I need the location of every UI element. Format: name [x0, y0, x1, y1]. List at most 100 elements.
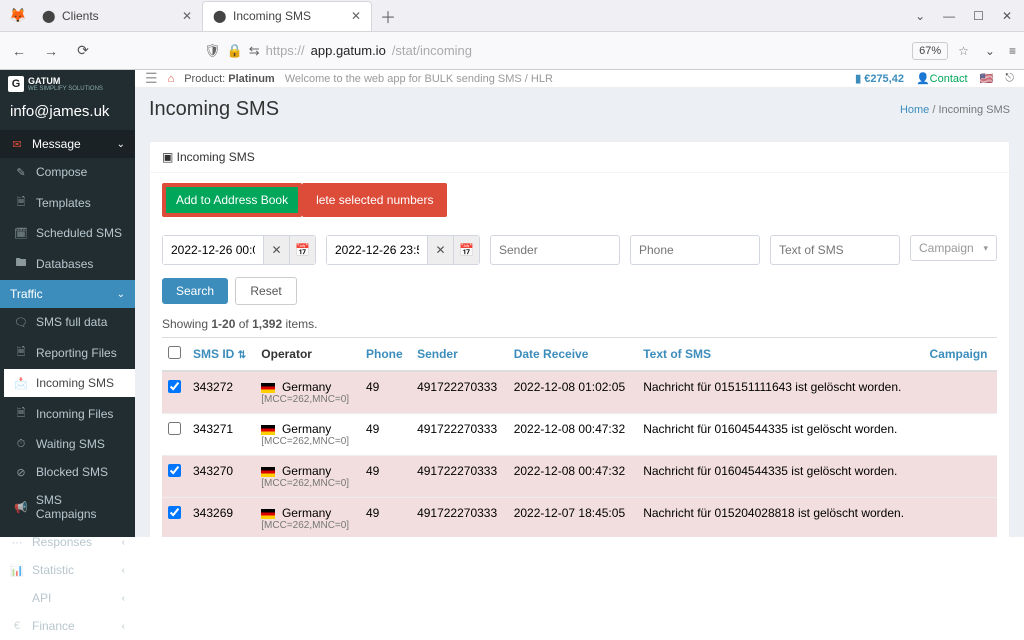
cell-campaign — [923, 456, 997, 498]
flag-us-icon[interactable]: 🇺🇸 — [980, 72, 994, 85]
tab-title: Incoming SMS — [233, 9, 311, 23]
sidebar-item-api[interactable]: API‹ — [0, 584, 135, 612]
url-input[interactable]: 🛡 🔒 ⇆ https://app.gatum.io/stat/incoming — [204, 43, 902, 59]
sidebar-item-reporting-files[interactable]: 🗎Reporting Files — [4, 336, 135, 369]
clear-icon[interactable]: ✕ — [263, 236, 289, 264]
nav-label: Incoming Files — [36, 407, 113, 421]
select-all-checkbox[interactable] — [168, 346, 181, 359]
tab-incoming-sms[interactable]: ⬤ Incoming SMS ✕ — [202, 1, 372, 31]
balance-badge[interactable]: ▮ €275,42 — [855, 72, 904, 85]
sidebar-item-templates[interactable]: 🗎Templates — [4, 186, 135, 219]
reload-button[interactable]: ⟳ — [72, 42, 94, 59]
calendar-icon[interactable]: 📅 — [289, 236, 315, 264]
search-button[interactable]: Search — [162, 278, 228, 304]
chevron-left-icon: ‹ — [122, 593, 125, 604]
table-row: 343271 Germany[MCC=262,MNC=0]49491722270… — [162, 414, 997, 456]
sidebar-item-blocked-sms[interactable]: ⊘Blocked SMS — [4, 458, 135, 486]
nav-label: Waiting SMS — [36, 437, 105, 451]
campaign-select[interactable]: Campaign ▾ — [910, 235, 997, 261]
col-text[interactable]: Text of SMS — [637, 338, 923, 372]
wallet-icon: ▮ — [855, 73, 861, 85]
product-pre: Product: — [184, 73, 225, 85]
tab-clients[interactable]: ⬤ Clients ✕ — [32, 1, 202, 31]
sidebar-item-finance[interactable]: €Finance‹ — [0, 612, 135, 640]
pocket-icon[interactable]: ⌄ — [985, 44, 995, 58]
nav-label: Incoming SMS — [36, 376, 114, 390]
sidebar-message-header[interactable]: ✉ Message ⌄ — [0, 130, 135, 158]
date-to-input[interactable] — [327, 236, 427, 264]
col-sender[interactable]: Sender — [411, 338, 508, 372]
nav-icon: ⊘ — [14, 466, 28, 479]
menu-toggle-icon[interactable]: ☰ — [145, 70, 158, 87]
row-checkbox[interactable] — [168, 422, 181, 435]
user-email: info@james.uk — [0, 95, 135, 130]
cell-operator: Germany[MCC=262,MNC=0] — [255, 371, 360, 414]
row-checkbox[interactable] — [168, 506, 181, 519]
col-date[interactable]: Date Receive — [508, 338, 638, 372]
col-operator[interactable]: Operator — [255, 338, 360, 372]
sidebar-item-responses[interactable]: ⋯Responses‹ — [0, 528, 135, 556]
phone-filter-input[interactable] — [630, 235, 760, 265]
new-tab-button[interactable]: ＋ — [372, 0, 404, 32]
col-smsid[interactable]: SMS ID ⇅ — [187, 338, 255, 372]
add-to-address-book-button[interactable]: Add to Address Book — [162, 183, 302, 217]
sidebar-item-sms-campaigns[interactable]: 📢SMS Campaigns — [4, 486, 135, 528]
logout-icon[interactable]: ⎋ — [1005, 72, 1014, 85]
sidebar-item-scheduled-sms[interactable]: 🗓Scheduled SMS — [4, 219, 135, 247]
delete-selected-button[interactable]: lete selected numbers — [302, 183, 447, 217]
sidebar-item-databases[interactable]: 🖿 Databases — [4, 247, 135, 280]
sender-filter-input[interactable] — [490, 235, 620, 265]
sidebar-item-compose[interactable]: ✎Compose — [4, 158, 135, 186]
col-phone[interactable]: Phone — [360, 338, 411, 372]
reset-button[interactable]: Reset — [235, 277, 296, 305]
minimize-icon[interactable]: ― — [943, 9, 955, 23]
cell-campaign — [923, 498, 997, 538]
sidebar: G GATUM WE SIMPLIFY SOLUTIONS info@james… — [0, 70, 135, 537]
close-window-icon[interactable]: ✕ — [1002, 9, 1012, 23]
close-icon[interactable]: ✕ — [182, 9, 192, 23]
col-campaign[interactable]: Campaign — [923, 338, 997, 372]
breadcrumb-home[interactable]: Home — [900, 104, 929, 116]
bookmark-star-icon[interactable]: ☆ — [958, 44, 969, 58]
person-icon: 👤 — [916, 73, 930, 85]
nav-icon: ⏱ — [14, 438, 28, 451]
row-checkbox[interactable] — [168, 464, 181, 477]
cell-smsid: 343272 — [187, 371, 255, 414]
clear-icon[interactable]: ✕ — [427, 236, 453, 264]
breadcrumb-current: Incoming SMS — [938, 104, 1010, 116]
zoom-level[interactable]: 67% — [912, 42, 948, 60]
menu-icon[interactable]: ≡ — [1009, 44, 1016, 58]
sidebar-item-incoming-files[interactable]: 🗎Incoming Files — [4, 397, 135, 430]
cell-text: Nachricht für 015151111643 ist gelöscht … — [637, 371, 923, 414]
cell-campaign — [923, 414, 997, 456]
chevron-down-icon: ▾ — [983, 243, 988, 254]
brand-subtitle: WE SIMPLIFY SOLUTIONS — [28, 86, 103, 92]
sidebar-item-sms-full-data[interactable]: 🗨SMS full data — [4, 308, 135, 336]
sidebar-item-incoming-sms[interactable]: 📩Incoming SMS — [4, 369, 135, 397]
sidebar-item-statistic[interactable]: 📊Statistic‹ — [0, 556, 135, 584]
close-icon[interactable]: ✕ — [351, 9, 361, 23]
contact-link[interactable]: 👤Contact — [916, 72, 968, 85]
forward-button[interactable]: → — [40, 43, 62, 59]
permissions-icon: ⇆ — [249, 43, 260, 59]
address-bar: ← → ⟳ 🛡 🔒 ⇆ https://app.gatum.io/stat/in… — [0, 32, 1024, 70]
breadcrumb: Home / Incoming SMS — [900, 104, 1010, 116]
shield-icon: 🛡 — [204, 43, 221, 59]
box-title: ▣ Incoming SMS — [150, 142, 1009, 173]
date-from-input[interactable] — [163, 236, 263, 264]
row-checkbox[interactable] — [168, 380, 181, 393]
nav-label: SMS Campaigns — [36, 493, 125, 521]
sidebar-item-waiting-sms[interactable]: ⏱ Waiting SMS — [4, 430, 135, 458]
text-filter-input[interactable] — [770, 235, 900, 265]
nav-icon: 🖿 — [14, 254, 28, 273]
chevron-down-icon[interactable]: ⌄ — [915, 9, 925, 23]
back-button[interactable]: ← — [8, 43, 30, 59]
url-path: /stat/incoming — [392, 43, 472, 58]
calendar-icon[interactable]: 📅 — [453, 236, 479, 264]
maximize-icon[interactable]: ☐ — [973, 9, 984, 23]
sidebar-traffic-header[interactable]: Traffic ⌄ — [0, 280, 135, 308]
home-icon[interactable]: ⌂ — [168, 73, 175, 85]
cell-smsid: 343271 — [187, 414, 255, 456]
product-name: Platinum — [228, 73, 274, 85]
nav-label: Databases — [36, 257, 93, 271]
